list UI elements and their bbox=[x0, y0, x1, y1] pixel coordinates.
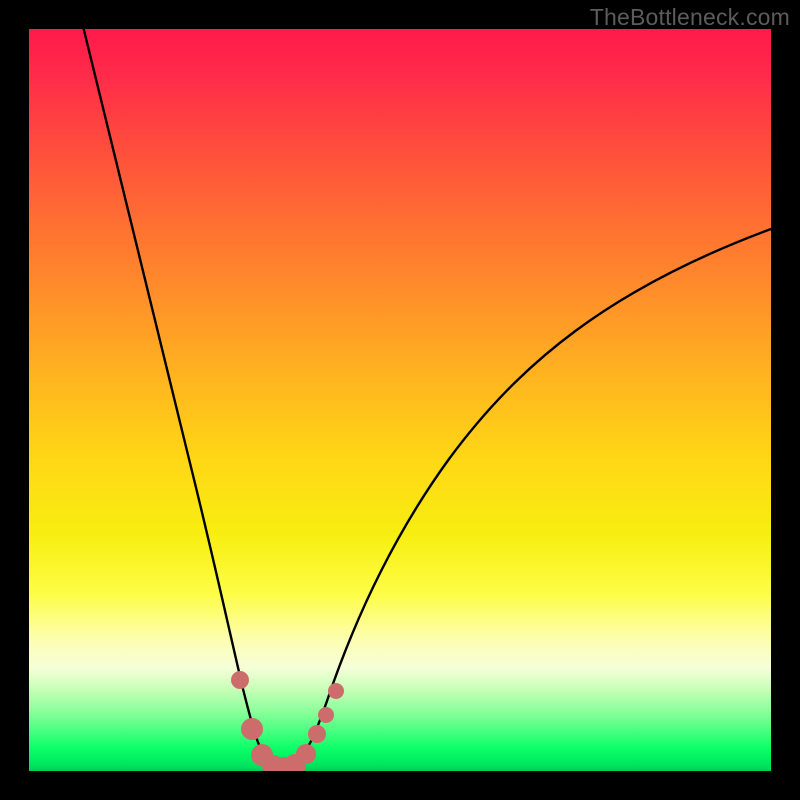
dot bbox=[328, 683, 344, 699]
plot-area bbox=[29, 29, 771, 771]
chart-frame: TheBottleneck.com bbox=[0, 0, 800, 800]
bottleneck-curve bbox=[29, 29, 771, 771]
dot bbox=[231, 671, 249, 689]
curve-path bbox=[69, 29, 771, 769]
bottleneck-dots bbox=[231, 671, 344, 771]
dot bbox=[296, 744, 316, 764]
dot bbox=[318, 707, 334, 723]
dot bbox=[308, 725, 326, 743]
dot bbox=[241, 718, 263, 740]
watermark-text: TheBottleneck.com bbox=[590, 4, 790, 31]
